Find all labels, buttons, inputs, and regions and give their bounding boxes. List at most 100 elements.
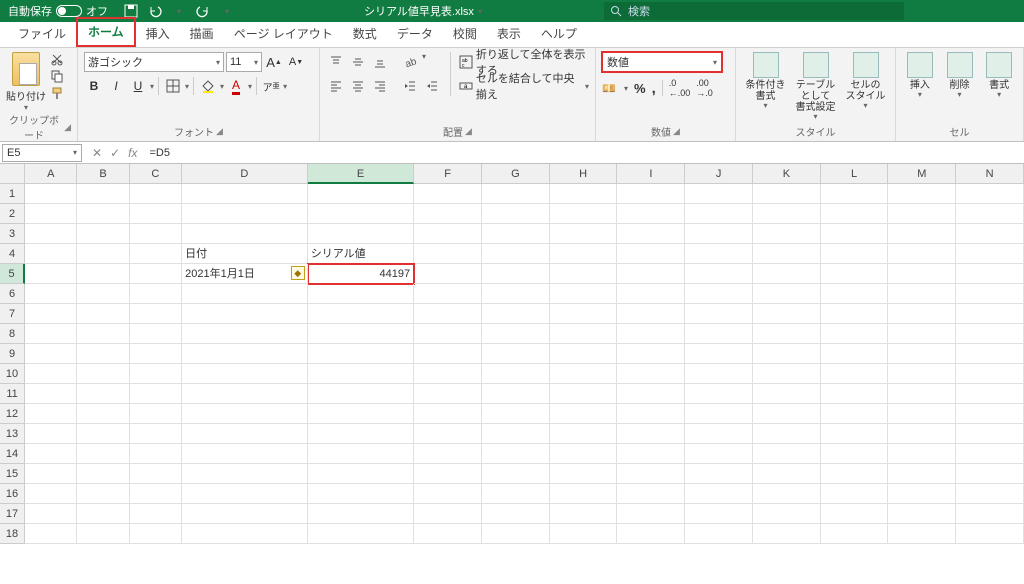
cell-M11[interactable] xyxy=(888,384,956,404)
align-right-icon[interactable] xyxy=(370,76,390,96)
cell-C8[interactable] xyxy=(130,324,182,344)
align-bottom-icon[interactable] xyxy=(370,52,390,72)
cell-F10[interactable] xyxy=(414,364,482,384)
cell-B10[interactable] xyxy=(77,364,129,384)
align-middle-icon[interactable] xyxy=(348,52,368,72)
font-color-icon[interactable]: A xyxy=(226,76,246,96)
cell-C15[interactable] xyxy=(130,464,182,484)
merge-center-button[interactable]: a セルを結合して中央揃え ▾ xyxy=(459,76,589,96)
cell-J4[interactable] xyxy=(685,244,753,264)
cell-H18[interactable] xyxy=(550,524,618,544)
cell-J11[interactable] xyxy=(685,384,753,404)
cell-H4[interactable] xyxy=(550,244,618,264)
border-icon[interactable] xyxy=(163,76,183,96)
cell-G18[interactable] xyxy=(482,524,550,544)
cell-B14[interactable] xyxy=(77,444,129,464)
cell-N9[interactable] xyxy=(956,344,1024,364)
increase-indent-icon[interactable] xyxy=(422,76,442,96)
cell-F8[interactable] xyxy=(414,324,482,344)
cell-A12[interactable] xyxy=(25,404,77,424)
cell-E14[interactable] xyxy=(308,444,414,464)
cell-H16[interactable] xyxy=(550,484,618,504)
cell-F5[interactable] xyxy=(414,264,482,284)
cell-L17[interactable] xyxy=(821,504,889,524)
cell-M5[interactable] xyxy=(888,264,956,284)
phonetic-icon[interactable]: ア亜 xyxy=(261,76,281,96)
cell-C12[interactable] xyxy=(130,404,182,424)
cell-K3[interactable] xyxy=(753,224,821,244)
cell-L10[interactable] xyxy=(821,364,889,384)
row-header-5[interactable]: 5 xyxy=(0,264,25,284)
row-header-17[interactable]: 17 xyxy=(0,504,25,524)
phonetic-dropdown-icon[interactable]: ▾ xyxy=(283,82,287,91)
cell-I7[interactable] xyxy=(617,304,685,324)
cell-M6[interactable] xyxy=(888,284,956,304)
cell-B8[interactable] xyxy=(77,324,129,344)
column-header-M[interactable]: M xyxy=(888,164,956,184)
cell-A2[interactable] xyxy=(25,204,77,224)
cell-M8[interactable] xyxy=(888,324,956,344)
cell-C5[interactable] xyxy=(130,264,182,284)
cell-K16[interactable] xyxy=(753,484,821,504)
cell-B18[interactable] xyxy=(77,524,129,544)
cell-F3[interactable] xyxy=(414,224,482,244)
cell-C7[interactable] xyxy=(130,304,182,324)
cell-N13[interactable] xyxy=(956,424,1024,444)
cell-L2[interactable] xyxy=(821,204,889,224)
cell-C10[interactable] xyxy=(130,364,182,384)
cell-E6[interactable] xyxy=(308,284,414,304)
cell-B5[interactable] xyxy=(77,264,129,284)
underline-dropdown-icon[interactable]: ▾ xyxy=(150,82,154,91)
cell-H1[interactable] xyxy=(550,184,618,204)
cell-N16[interactable] xyxy=(956,484,1024,504)
row-header-2[interactable]: 2 xyxy=(0,204,25,224)
cell-I3[interactable] xyxy=(617,224,685,244)
cell-H6[interactable] xyxy=(550,284,618,304)
increase-font-icon[interactable]: A▲ xyxy=(264,52,284,72)
cell-D17[interactable] xyxy=(182,504,308,524)
cell-K2[interactable] xyxy=(753,204,821,224)
cell-M9[interactable] xyxy=(888,344,956,364)
cell-I17[interactable] xyxy=(617,504,685,524)
cell-J6[interactable] xyxy=(685,284,753,304)
cell-E2[interactable] xyxy=(308,204,414,224)
cell-N15[interactable] xyxy=(956,464,1024,484)
column-header-J[interactable]: J xyxy=(685,164,753,184)
cell-N11[interactable] xyxy=(956,384,1024,404)
clipboard-dialog-launcher-icon[interactable]: ◢ xyxy=(64,122,71,133)
enter-formula-icon[interactable]: ✓ xyxy=(110,146,120,160)
cell-G5[interactable] xyxy=(482,264,550,284)
cell-B15[interactable] xyxy=(77,464,129,484)
row-header-14[interactable]: 14 xyxy=(0,444,25,464)
cell-D8[interactable] xyxy=(182,324,308,344)
cell-E10[interactable] xyxy=(308,364,414,384)
cell-B1[interactable] xyxy=(77,184,129,204)
cell-L6[interactable] xyxy=(821,284,889,304)
cell-K1[interactable] xyxy=(753,184,821,204)
format-as-table-button[interactable]: テーブルとして 書式設定▾ xyxy=(793,52,839,122)
cell-D4[interactable]: 日付 xyxy=(182,244,308,264)
row-header-12[interactable]: 12 xyxy=(0,404,25,424)
cell-L5[interactable] xyxy=(821,264,889,284)
cell-E15[interactable] xyxy=(308,464,414,484)
font-name-select[interactable]: 游ゴシック▾ xyxy=(84,52,224,72)
cell-N3[interactable] xyxy=(956,224,1024,244)
delete-cells-button[interactable]: 削除▾ xyxy=(942,52,978,100)
cell-styles-button[interactable]: セルの スタイル▾ xyxy=(843,52,889,111)
cell-H7[interactable] xyxy=(550,304,618,324)
cell-A5[interactable] xyxy=(25,264,77,284)
cell-D3[interactable] xyxy=(182,224,308,244)
cell-H12[interactable] xyxy=(550,404,618,424)
cell-F9[interactable] xyxy=(414,344,482,364)
cell-N8[interactable] xyxy=(956,324,1024,344)
cell-L3[interactable] xyxy=(821,224,889,244)
redo-icon[interactable] xyxy=(196,4,210,18)
cell-A9[interactable] xyxy=(25,344,77,364)
row-header-16[interactable]: 16 xyxy=(0,484,25,504)
cell-F12[interactable] xyxy=(414,404,482,424)
align-top-icon[interactable] xyxy=(326,52,346,72)
cell-M1[interactable] xyxy=(888,184,956,204)
cell-D14[interactable] xyxy=(182,444,308,464)
cell-I9[interactable] xyxy=(617,344,685,364)
cell-D12[interactable] xyxy=(182,404,308,424)
